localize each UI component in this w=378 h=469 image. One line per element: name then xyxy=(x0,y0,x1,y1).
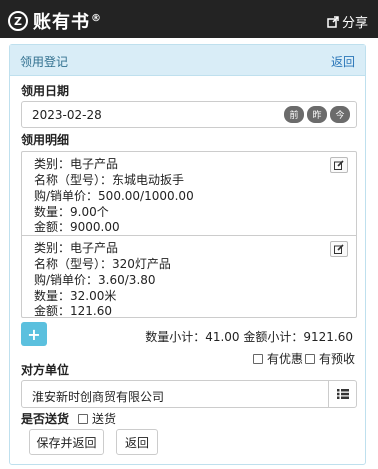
discount-label: 有优惠 xyxy=(266,352,303,366)
detail-list: 类别：电子产品 名称（型号）：东城电动扳手 购/销单价：500.00/1000.… xyxy=(21,151,357,318)
counterparty-list-button[interactable] xyxy=(328,381,356,407)
delivery-checkbox[interactable]: 送货 xyxy=(78,410,116,427)
header-back-link[interactable]: 返回 xyxy=(331,53,355,70)
discount-checkbox-box xyxy=(252,353,263,364)
top-bar: Z 账有书® 分享 xyxy=(0,0,378,38)
list-icon xyxy=(336,389,349,399)
subtotal-summary: 数量小计：41.00 金额小计：9121.60 xyxy=(145,330,353,344)
item-price: 购/销单价：500.00/1000.00 xyxy=(34,189,194,203)
date-value: 2023-02-28 xyxy=(32,108,102,122)
registered-mark: ® xyxy=(91,13,102,24)
date-label: 领用日期 xyxy=(21,84,70,98)
item-quantity: 数量：9.00个 xyxy=(34,205,109,219)
share-button[interactable]: 分享 xyxy=(327,12,368,31)
delivery-label: 是否送货 xyxy=(21,412,70,426)
back-button[interactable]: 返回 xyxy=(116,429,158,455)
logo-mark-icon: Z xyxy=(8,11,28,31)
date-quick-buttons: 前 昨 今 xyxy=(281,106,350,123)
item-name: 名称（型号）：东城电动扳手 xyxy=(34,173,185,187)
date-yesterday-button[interactable]: 昨 xyxy=(307,106,327,123)
counterparty-value: 淮安新时创商贸有限公司 xyxy=(32,390,165,404)
detail-label: 领用明细 xyxy=(21,133,70,147)
panel-title: 领用登记 xyxy=(20,55,69,69)
prepaid-checkbox[interactable]: 有预收 xyxy=(304,350,355,367)
app-logo: Z 账有书® xyxy=(8,8,102,34)
item-quantity: 数量：32.00米 xyxy=(34,289,117,303)
save-return-button[interactable]: 保存并返回 xyxy=(29,429,104,455)
add-item-button[interactable]: + xyxy=(21,322,47,346)
date-prev-button[interactable]: 前 xyxy=(284,106,304,123)
item-category: 类别：电子产品 xyxy=(34,157,119,171)
item-price: 购/销单价：3.60/3.80 xyxy=(34,273,156,287)
delivery-checkbox-box xyxy=(78,413,88,424)
counterparty-label: 对方单位 xyxy=(21,363,70,377)
item-category: 类别：电子产品 xyxy=(34,241,119,255)
edit-icon xyxy=(334,244,344,254)
prepaid-checkbox-box xyxy=(304,353,315,364)
counterparty-input[interactable]: 淮安新时创商贸有限公司 xyxy=(21,380,357,408)
discount-checkbox[interactable]: 有优惠 xyxy=(252,350,303,367)
prepaid-label: 有预收 xyxy=(318,352,355,366)
item-name: 名称（型号）：320灯产品 xyxy=(34,257,171,271)
date-today-button[interactable]: 今 xyxy=(330,106,350,123)
list-item: 类别：电子产品 名称（型号）：320灯产品 购/销单价：3.60/3.80 数量… xyxy=(22,235,356,318)
edit-icon xyxy=(334,160,344,170)
requisition-panel: 领用登记 返回 领用日期 2023-02-28 前 昨 今 领用明细 类别：电子… xyxy=(9,44,366,465)
list-item: 类别：电子产品 名称（型号）：东城电动扳手 购/销单价：500.00/1000.… xyxy=(22,152,356,235)
item-amount: 金额：9000.00 xyxy=(34,220,120,234)
item-amount: 金额：121.60 xyxy=(34,304,112,318)
logo-text: 账有书® xyxy=(33,8,102,34)
edit-item-button[interactable] xyxy=(330,241,348,257)
logo-name: 账有书 xyxy=(33,12,90,33)
delivery-option-label: 送货 xyxy=(92,412,117,426)
date-input[interactable]: 2023-02-28 前 昨 今 xyxy=(21,101,357,128)
share-icon xyxy=(327,15,339,28)
panel-header: 领用登记 返回 xyxy=(10,45,365,76)
share-label: 分享 xyxy=(341,16,368,31)
edit-item-button[interactable] xyxy=(330,157,348,173)
